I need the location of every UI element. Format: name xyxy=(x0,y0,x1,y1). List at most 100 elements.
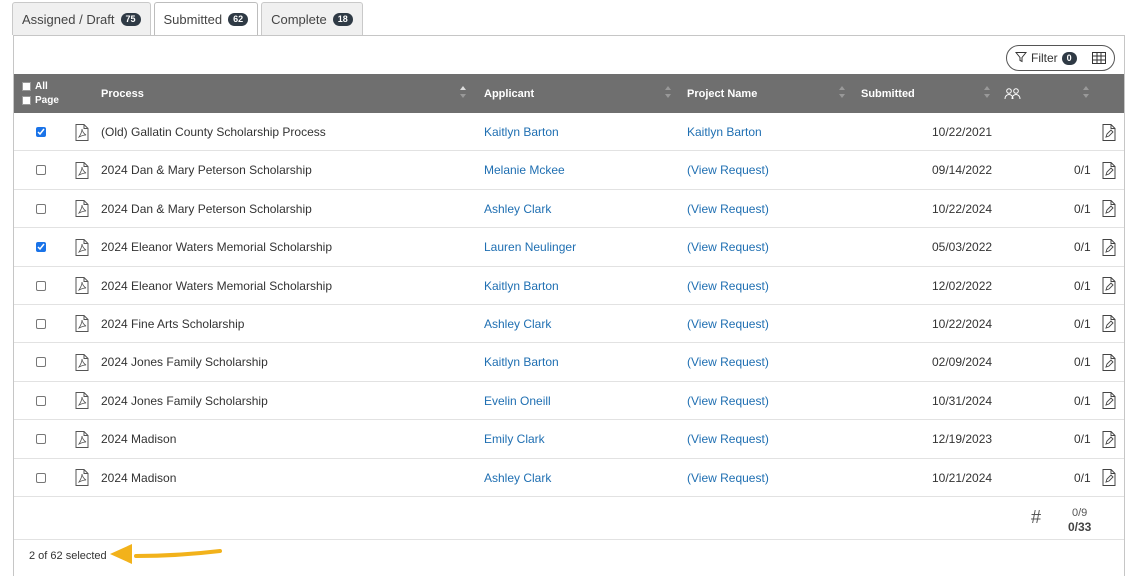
row-checkbox[interactable] xyxy=(36,343,46,381)
tab-complete[interactable]: Complete 18 xyxy=(261,2,363,35)
applicant-link[interactable]: Kaitlyn Barton xyxy=(484,267,559,305)
select-page-option[interactable]: Page xyxy=(22,94,59,108)
tab-label: Submitted xyxy=(163,12,223,27)
table-row[interactable]: 2024 Jones Family Scholarship Kaitlyn Ba… xyxy=(14,343,1124,382)
applicant-link[interactable]: Lauren Neulinger xyxy=(484,228,576,266)
pdf-icon[interactable] xyxy=(75,113,89,151)
pdf-icon[interactable] xyxy=(75,459,89,497)
table-row[interactable]: 2024 Jones Family Scholarship Evelin One… xyxy=(14,382,1124,421)
applicant-link[interactable]: Kaitlyn Barton xyxy=(484,343,559,381)
unchecked-checkbox[interactable] xyxy=(36,318,46,329)
unchecked-checkbox[interactable] xyxy=(36,280,46,291)
applicant-link[interactable]: Emily Clark xyxy=(484,420,545,458)
unchecked-checkbox[interactable] xyxy=(36,165,46,176)
review-count: 0/1 xyxy=(1074,393,1091,408)
grand-total: 0/33 xyxy=(1068,520,1092,534)
reviewers-icon[interactable] xyxy=(1004,74,1021,113)
table-row[interactable]: 2024 Eleanor Waters Memorial Scholarship… xyxy=(14,267,1124,305)
edit-document-icon[interactable] xyxy=(1102,343,1116,381)
select-all-checkbox[interactable] xyxy=(22,81,31,91)
column-header-applicant[interactable]: Applicant xyxy=(484,74,534,113)
applicant-link[interactable]: Ashley Clark xyxy=(484,305,551,343)
row-checkbox[interactable] xyxy=(36,151,46,189)
table-row[interactable]: 2024 Dan & Mary Peterson Scholarship Ash… xyxy=(14,190,1124,229)
select-all-option[interactable]: All xyxy=(22,80,59,94)
select-page-checkbox[interactable] xyxy=(22,95,31,105)
table-row[interactable]: 2024 Eleanor Waters Memorial Scholarship… xyxy=(14,228,1124,267)
project-link[interactable]: (View Request) xyxy=(687,305,769,343)
project-link[interactable]: (View Request) xyxy=(687,343,769,381)
table-row[interactable]: (Old) Gallatin County Scholarship Proces… xyxy=(14,113,1124,152)
edit-document-icon[interactable] xyxy=(1102,267,1116,305)
unchecked-checkbox[interactable] xyxy=(36,472,46,483)
project-link[interactable]: (View Request) xyxy=(687,151,769,189)
tab-submitted[interactable]: Submitted 62 xyxy=(153,2,259,36)
unchecked-checkbox[interactable] xyxy=(36,434,46,445)
row-checkbox[interactable] xyxy=(36,228,46,266)
column-header-submitted[interactable]: Submitted xyxy=(861,74,915,113)
edit-document-icon[interactable] xyxy=(1102,459,1116,497)
process-name: (Old) Gallatin County Scholarship Proces… xyxy=(101,125,326,139)
edit-document-icon[interactable] xyxy=(1102,113,1116,151)
row-checkbox[interactable] xyxy=(36,459,46,497)
sort-icon[interactable] xyxy=(459,85,467,102)
sort-icon[interactable] xyxy=(838,85,846,102)
filter-button[interactable]: Filter 0 xyxy=(1006,45,1115,71)
summary-row: # 0/9 0/33 xyxy=(14,498,1124,540)
checked-checkbox[interactable] xyxy=(36,127,46,137)
submitted-date: 10/22/2024 xyxy=(932,201,993,216)
pdf-icon[interactable] xyxy=(75,382,89,420)
hash-icon: # xyxy=(1031,507,1042,527)
project-link[interactable]: (View Request) xyxy=(687,228,769,266)
applicant-link[interactable]: Kaitlyn Barton xyxy=(484,113,559,151)
pdf-icon[interactable] xyxy=(75,190,89,228)
pdf-icon[interactable] xyxy=(75,305,89,343)
edit-document-icon[interactable] xyxy=(1102,228,1116,266)
page-total: 0/9 xyxy=(1072,507,1088,519)
pdf-icon[interactable] xyxy=(75,420,89,458)
applicant-link[interactable]: Melanie Mckee xyxy=(484,151,565,189)
pdf-icon[interactable] xyxy=(75,151,89,189)
column-header-process[interactable]: Process xyxy=(101,74,144,113)
edit-document-icon[interactable] xyxy=(1102,420,1116,458)
pdf-icon[interactable] xyxy=(75,267,89,305)
project-link[interactable]: (View Request) xyxy=(687,382,769,420)
process-name: 2024 Eleanor Waters Memorial Scholarship xyxy=(101,278,332,293)
applicant-link[interactable]: Ashley Clark xyxy=(484,459,551,497)
row-checkbox[interactable] xyxy=(36,305,46,343)
sort-icon[interactable] xyxy=(1082,85,1090,102)
project-link[interactable]: (View Request) xyxy=(687,420,769,458)
row-checkbox[interactable] xyxy=(36,420,46,458)
column-header-project-name[interactable]: Project Name xyxy=(687,74,757,113)
row-checkbox[interactable] xyxy=(36,190,46,228)
process-name: 2024 Jones Family Scholarship xyxy=(101,355,268,370)
project-link[interactable]: (View Request) xyxy=(687,267,769,305)
edit-document-icon[interactable] xyxy=(1102,305,1116,343)
row-checkbox[interactable] xyxy=(36,267,46,305)
project-link[interactable]: Kaitlyn Barton xyxy=(687,113,762,151)
unchecked-checkbox[interactable] xyxy=(36,395,46,406)
row-checkbox[interactable] xyxy=(36,382,46,420)
table-row[interactable]: 2024 Madison Ashley Clark (View Request)… xyxy=(14,459,1124,497)
column-grid-icon[interactable] xyxy=(1092,52,1106,64)
checked-checkbox[interactable] xyxy=(36,242,46,253)
edit-document-icon[interactable] xyxy=(1102,151,1116,189)
edit-document-icon[interactable] xyxy=(1102,190,1116,228)
table-row[interactable]: 2024 Fine Arts Scholarship Ashley Clark … xyxy=(14,305,1124,344)
table-row[interactable]: 2024 Dan & Mary Peterson Scholarship Mel… xyxy=(14,151,1124,190)
sort-icon[interactable] xyxy=(983,85,991,102)
unchecked-checkbox[interactable] xyxy=(36,357,46,368)
sort-icon[interactable] xyxy=(664,85,672,102)
applicant-link[interactable]: Evelin Oneill xyxy=(484,382,551,420)
table-row[interactable]: 2024 Madison Emily Clark (View Request) … xyxy=(14,420,1124,459)
project-link[interactable]: (View Request) xyxy=(687,459,769,497)
applicant-link[interactable]: Ashley Clark xyxy=(484,190,551,228)
pdf-icon[interactable] xyxy=(75,343,89,381)
unchecked-checkbox[interactable] xyxy=(36,203,46,214)
row-checkbox[interactable] xyxy=(36,113,46,151)
pdf-icon[interactable] xyxy=(75,228,89,266)
tab-assigned-draft[interactable]: Assigned / Draft 75 xyxy=(12,2,151,35)
project-link[interactable]: (View Request) xyxy=(687,190,769,228)
edit-document-icon[interactable] xyxy=(1102,382,1116,420)
review-count: 0/1 xyxy=(1074,355,1091,370)
